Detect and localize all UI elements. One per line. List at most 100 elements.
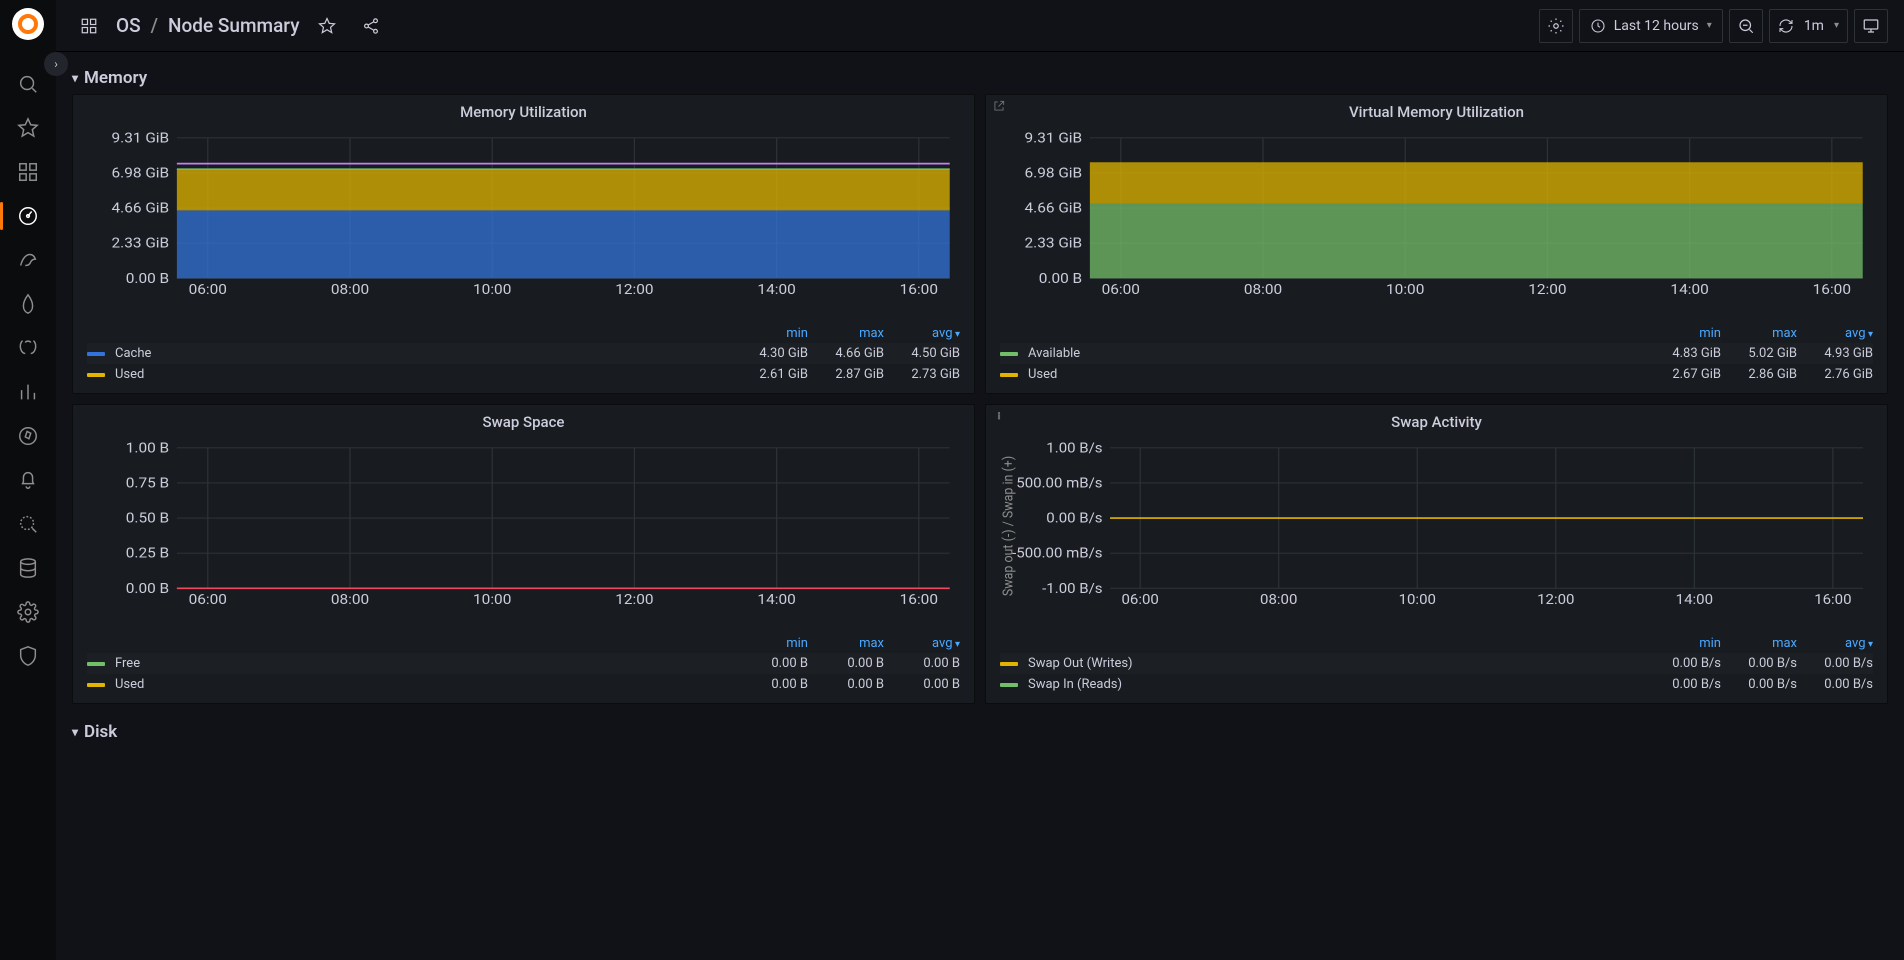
database-icon[interactable] [8, 548, 48, 588]
legend-row[interactable]: Used 2.61 GiB 2.87 GiB 2.73 GiB [87, 364, 960, 385]
legend-series-name: Swap Out (Writes) [1028, 656, 1645, 671]
legend-series-name: Used [115, 367, 732, 382]
section-memory-header[interactable]: ▾ Memory [72, 60, 1888, 94]
chart-mem_util[interactable]: 0.00 B2.33 GiB4.66 GiB6.98 GiB9.31 GiB06… [73, 125, 974, 320]
legend-max: 2.86 GiB [1721, 367, 1797, 382]
search-zoom-icon[interactable] [8, 504, 48, 544]
svg-text:12:00: 12:00 [615, 592, 653, 608]
legend-avg: 2.73 GiB [884, 367, 960, 382]
shield-icon[interactable] [8, 636, 48, 676]
legend-col-max[interactable]: max [1721, 636, 1797, 651]
legend-swatch [87, 662, 105, 666]
bell-icon[interactable] [8, 460, 48, 500]
svg-text:14:00: 14:00 [1670, 282, 1708, 298]
svg-text:08:00: 08:00 [331, 592, 369, 608]
legend-swatch [1000, 683, 1018, 687]
leaf-icon[interactable] [8, 284, 48, 324]
svg-text:10:00: 10:00 [1386, 282, 1424, 298]
svg-text:06:00: 06:00 [189, 592, 227, 608]
star-icon[interactable] [8, 108, 48, 148]
search-icon[interactable] [8, 64, 48, 104]
legend-swatch [87, 352, 105, 356]
svg-text:0.75 B: 0.75 B [126, 475, 169, 491]
legend-series-name: Used [115, 677, 732, 692]
legend-swatch [1000, 352, 1018, 356]
legend-min: 2.67 GiB [1645, 367, 1721, 382]
monitor-icon[interactable] [1854, 9, 1888, 43]
bar-chart-icon[interactable] [8, 372, 48, 412]
svg-text:Swap out (-) / Swap in (+): Swap out (-) / Swap in (+) [1001, 456, 1017, 596]
section-disk-header[interactable]: ▾ Disk [72, 714, 1888, 748]
logo[interactable] [12, 8, 44, 40]
legend-avg: 0.00 B [884, 677, 960, 692]
gauge-icon[interactable] [8, 196, 48, 236]
legend-header: min max avg [87, 634, 960, 653]
svg-text:08:00: 08:00 [1260, 593, 1297, 608]
legend-col-min[interactable]: min [1645, 636, 1721, 651]
panel-title: Swap Space [73, 405, 974, 435]
legend-max: 5.02 GiB [1721, 346, 1797, 361]
legend-row[interactable]: Cache 4.30 GiB 4.66 GiB 4.50 GiB [87, 343, 960, 364]
gear-icon[interactable] [8, 592, 48, 632]
info-icon[interactable] [992, 409, 1006, 427]
svg-text:08:00: 08:00 [1244, 282, 1282, 298]
legend-col-min[interactable]: min [732, 326, 808, 341]
dashboards-icon[interactable] [8, 152, 48, 192]
legend-row[interactable]: Used 0.00 B 0.00 B 0.00 B [87, 674, 960, 695]
favorite-star-icon[interactable] [310, 9, 344, 43]
panel-swap_space: Swap Space0.00 B0.25 B0.50 B0.75 B1.00 B… [72, 404, 975, 704]
legend-swatch [1000, 373, 1018, 377]
legend-min: 0.00 B/s [1645, 677, 1721, 692]
legend-col-max[interactable]: max [1721, 326, 1797, 341]
svg-text:08:00: 08:00 [331, 282, 369, 298]
panel-vmem_util: Virtual Memory Utilization0.00 B2.33 GiB… [985, 94, 1888, 394]
legend-max: 0.00 B [808, 656, 884, 671]
legend-col-avg[interactable]: avg [1797, 636, 1873, 651]
dashboards-home-icon[interactable] [72, 9, 106, 43]
legend-col-max[interactable]: max [808, 636, 884, 651]
legend-col-max[interactable]: max [808, 326, 884, 341]
legend-min: 4.30 GiB [732, 346, 808, 361]
svg-text:1.00 B: 1.00 B [126, 441, 169, 456]
time-range-label: Last 12 hours [1614, 18, 1699, 34]
legend-swatch [1000, 662, 1018, 666]
topbar: OS / Node Summary Last 12 hours ▾ [56, 0, 1904, 52]
postgres-icon[interactable] [8, 328, 48, 368]
zoom-out-button[interactable] [1729, 9, 1763, 43]
time-range-picker[interactable]: Last 12 hours ▾ [1579, 9, 1723, 43]
popout-icon[interactable] [992, 99, 1006, 117]
legend-row[interactable]: Used 2.67 GiB 2.86 GiB 2.76 GiB [1000, 364, 1873, 385]
legend-row[interactable]: Available 4.83 GiB 5.02 GiB 4.93 GiB [1000, 343, 1873, 364]
mysql-icon[interactable] [8, 240, 48, 280]
legend-row[interactable]: Swap Out (Writes) 0.00 B/s 0.00 B/s 0.00… [1000, 653, 1873, 674]
breadcrumb-folder[interactable]: OS [116, 14, 141, 37]
svg-text:12:00: 12:00 [615, 282, 653, 298]
svg-text:06:00: 06:00 [189, 282, 227, 298]
share-icon[interactable] [354, 9, 388, 43]
svg-text:4.66 GiB: 4.66 GiB [112, 200, 170, 216]
legend-min: 2.61 GiB [732, 367, 808, 382]
legend-mem_util: min max avg Cache 4.30 GiB 4.66 GiB 4.50… [73, 320, 974, 393]
legend-col-min[interactable]: min [732, 636, 808, 651]
compass-icon[interactable] [8, 416, 48, 456]
sidebar: › [0, 0, 56, 960]
legend-row[interactable]: Swap In (Reads) 0.00 B/s 0.00 B/s 0.00 B… [1000, 674, 1873, 695]
legend-col-avg[interactable]: avg [884, 326, 960, 341]
chart-swap_space[interactable]: 0.00 B0.25 B0.50 B0.75 B1.00 B06:0008:00… [73, 435, 974, 630]
svg-text:-1.00 B/s: -1.00 B/s [1042, 581, 1102, 596]
chart-swap_activity[interactable]: Swap out (-) / Swap in (+)-1.00 B/s-500.… [986, 435, 1887, 630]
panel-mem_util: Memory Utilization0.00 B2.33 GiB4.66 GiB… [72, 94, 975, 394]
settings-button[interactable] [1539, 9, 1573, 43]
svg-text:6.98 GiB: 6.98 GiB [112, 165, 170, 181]
chart-vmem_util[interactable]: 0.00 B2.33 GiB4.66 GiB6.98 GiB9.31 GiB06… [986, 125, 1887, 320]
dashboard-content: ▾ Memory Memory Utilization0.00 B2.33 Gi… [56, 52, 1904, 960]
legend-col-avg[interactable]: avg [1797, 326, 1873, 341]
legend-col-min[interactable]: min [1645, 326, 1721, 341]
sidebar-expand-button[interactable]: › [44, 52, 68, 76]
svg-text:14:00: 14:00 [757, 592, 795, 608]
legend-row[interactable]: Free 0.00 B 0.00 B 0.00 B [87, 653, 960, 674]
legend-swatch [87, 373, 105, 377]
legend-col-avg[interactable]: avg [884, 636, 960, 651]
refresh-interval-picker[interactable]: 1m ▾ [1769, 9, 1848, 43]
legend-avg: 0.00 B [884, 656, 960, 671]
